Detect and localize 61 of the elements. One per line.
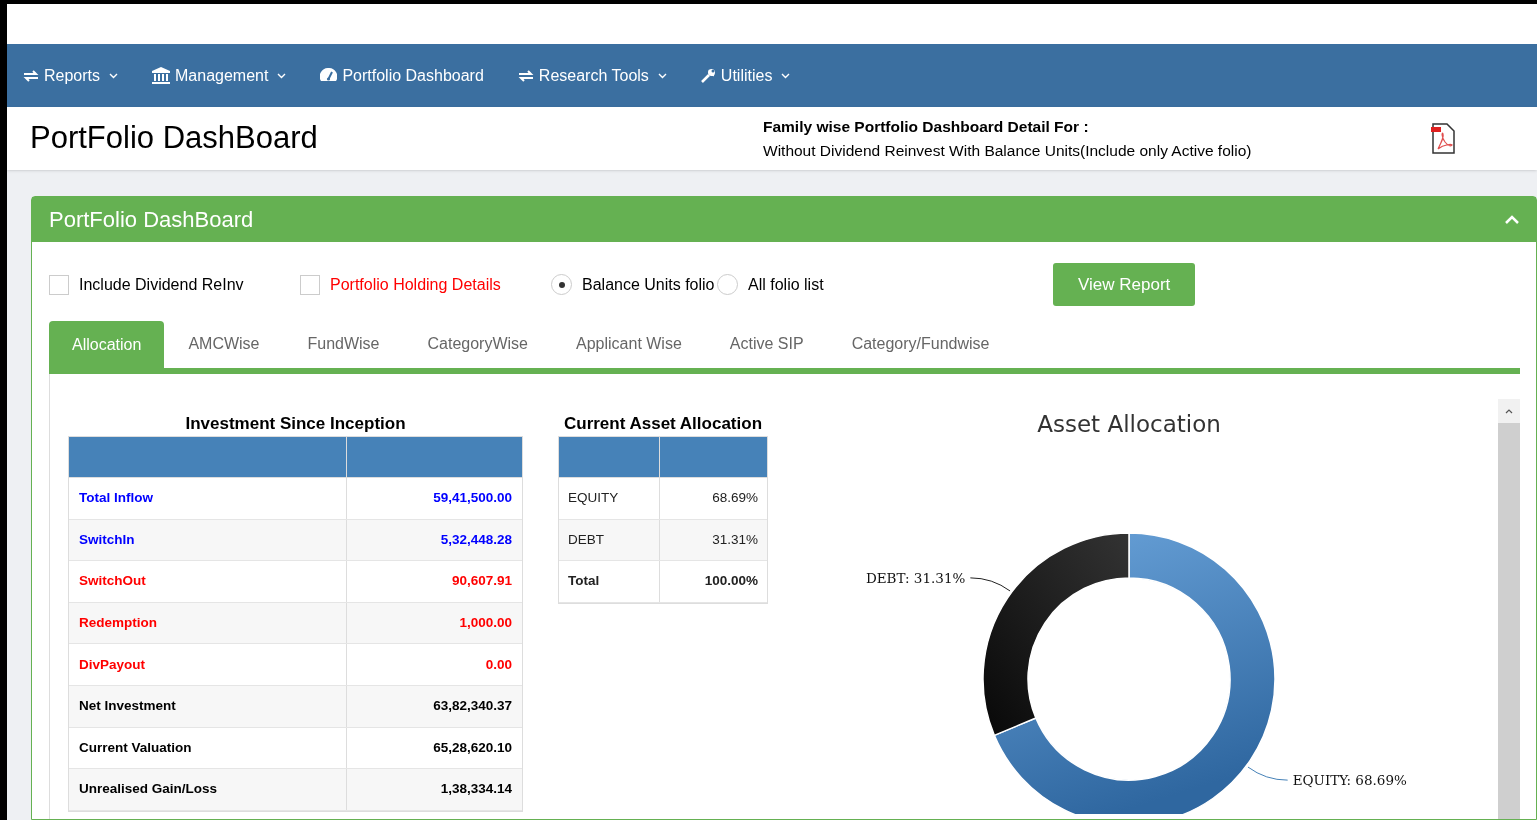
table-cell-text: 59,41,500.00 [432,489,513,508]
table-cell: SwitchOut [69,561,347,602]
table-cell-text: 5,32,448.28 [439,530,513,549]
radio-button[interactable] [717,274,738,295]
table-cell-text: 0.00 [484,655,513,674]
nav-menu-item[interactable]: Portfolio Dashboard [320,63,484,88]
chart-title: Asset Allocation [1037,411,1221,437]
pdf-icon[interactable] [1430,122,1456,155]
wrench-icon [700,68,716,83]
table-cell-text: 1,000.00 [458,613,513,632]
collapse-icon[interactable] [1505,215,1519,224]
table-cell: Total [559,561,660,602]
table-cell-text: 68.69% [711,489,759,508]
table-cell: DivPayout [69,644,347,685]
table-cell-text: 1,38,334.14 [439,780,513,799]
table-cell: DEBT [559,519,660,561]
data-label: EQUITY: 68.69% [1292,772,1407,789]
leader-line [969,577,1011,592]
table-cell-text: 65,28,620.10 [432,738,513,757]
detail-heading: Family wise Portfolio Dashboard Detail For : [763,116,1090,137]
table-cell: Total Inflow [69,478,347,519]
nav-menu-item[interactable]: Research Tools [517,63,667,88]
radio-button[interactable] [551,274,572,295]
option-label: Include Dividend ReInv [79,274,244,295]
data-label: DEBT: 31.31% [865,569,966,586]
nav-menu-item[interactable]: Management [152,63,287,88]
table-cell: Current Valuation [69,727,347,769]
table-cell-text: 90,607.91 [450,572,513,591]
exchange-arrows-icon [517,69,534,82]
checkbox[interactable] [49,274,69,295]
page-title: PortFolio DashBoard [30,119,319,158]
table-title: Current Asset Allocation [562,413,764,435]
option-label: All folio list [748,274,824,295]
nav-menu-item[interactable]: Reports [23,63,119,88]
table-cell: Unrealised Gain/Loss [69,769,347,810]
gauge-icon [320,68,338,83]
table-cell-text: 31.31% [711,530,759,549]
bank-icon [152,67,171,84]
tab[interactable]: AMCWise [164,320,284,368]
table-cell: Net Investment [69,685,347,727]
detail-text: Without Dividend Reinvest With Balance Units(Include only Active folio) [763,140,1253,161]
tab[interactable]: Active SIP [705,320,828,368]
tab[interactable]: Applicant Wise [552,320,706,368]
table-title: Investment Since Inception [184,413,407,435]
panel-title: PortFolio DashBoard [49,206,254,234]
option-label: Balance Units folio [582,274,715,295]
nav-menu-item[interactable]: Utilities [700,63,791,88]
exchange-arrows-icon [23,69,39,82]
table-cell: SwitchIn [69,519,347,561]
table-cell: EQUITY [559,478,660,519]
scroll-up-icon[interactable] [1505,408,1513,414]
leader-line [1247,766,1289,781]
scrollbar[interactable] [1498,399,1520,819]
table-cell-text: 100.00% [703,572,759,591]
checkbox[interactable] [300,274,320,295]
table-cell-text: 63,82,340.37 [432,697,513,716]
tab[interactable]: FundWise [283,320,404,368]
tab[interactable]: CategoryWise [403,320,552,368]
option-label: Portfolio Holding Details [330,274,501,295]
tab[interactable]: Category/Fundwise [827,320,1014,368]
table-cell: Redemption [69,602,347,644]
